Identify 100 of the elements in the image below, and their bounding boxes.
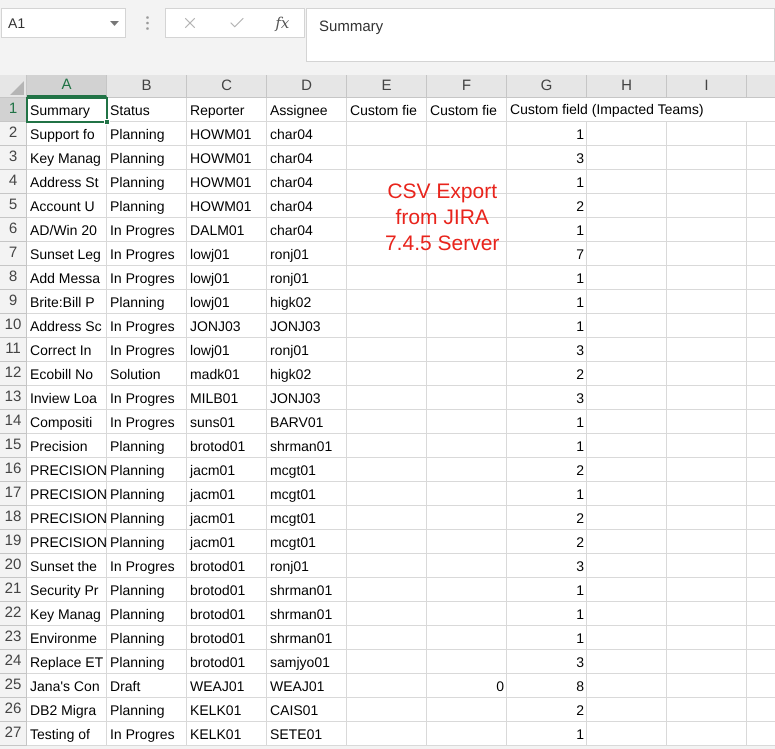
row-header[interactable]: 4 (0, 170, 27, 194)
table-cell[interactable]: Precision (27, 434, 107, 458)
table-cell[interactable]: JONJ03 (187, 314, 267, 338)
table-cell[interactable]: char04 (267, 122, 347, 146)
table-cell[interactable]: suns01 (187, 410, 267, 434)
table-cell[interactable]: BARV01 (267, 410, 347, 434)
table-cell[interactable]: Jana's Con (27, 674, 107, 698)
table-cell[interactable]: PRECISION (27, 482, 107, 506)
column-header[interactable]: A (27, 75, 107, 97)
table-cell[interactable]: Planning (107, 458, 187, 482)
row-header[interactable]: 17 (0, 482, 27, 506)
fill-handle[interactable] (104, 119, 110, 125)
table-cell[interactable]: Custom fie (427, 98, 507, 122)
table-cell[interactable]: 2 (507, 458, 587, 482)
table-cell[interactable]: brotod01 (187, 554, 267, 578)
table-cell[interactable]: 1 (507, 290, 587, 314)
table-cell[interactable]: 1 (507, 626, 587, 650)
table-cell[interactable]: Key Manag (27, 602, 107, 626)
name-box[interactable]: A1 (1, 8, 126, 38)
table-cell[interactable]: Security Pr (27, 578, 107, 602)
table-cell[interactable]: 0 (427, 674, 507, 698)
table-cell[interactable]: 2 (507, 362, 587, 386)
table-cell[interactable]: Key Manag (27, 146, 107, 170)
table-cell[interactable]: shrman01 (267, 602, 347, 626)
table-cell[interactable]: Planning (107, 506, 187, 530)
table-cell[interactable]: In Progres (107, 314, 187, 338)
table-cell[interactable]: PRECISION (27, 458, 107, 482)
row-header[interactable]: 23 (0, 626, 27, 650)
table-cell[interactable]: SETE01 (267, 722, 347, 746)
table-cell[interactable]: Planning (107, 434, 187, 458)
table-cell[interactable]: HOWM01 (187, 194, 267, 218)
row-header[interactable]: 10 (0, 314, 27, 338)
table-cell[interactable]: mcgt01 (267, 506, 347, 530)
table-cell[interactable]: Address Sc (27, 314, 107, 338)
table-cell[interactable]: Solution (107, 362, 187, 386)
table-cell[interactable]: Planning (107, 122, 187, 146)
column-header[interactable]: C (187, 75, 267, 97)
table-cell[interactable]: 3 (507, 146, 587, 170)
table-cell[interactable]: DB2 Migra (27, 698, 107, 722)
table-cell[interactable]: samjyo01 (267, 650, 347, 674)
column-header[interactable]: D (267, 75, 347, 97)
table-cell[interactable]: higk02 (267, 290, 347, 314)
row-header[interactable]: 27 (0, 722, 27, 746)
table-cell[interactable]: char04 (267, 218, 347, 242)
table-cell[interactable]: Planning (107, 482, 187, 506)
table-cell[interactable]: jacm01 (187, 482, 267, 506)
table-cell[interactable]: Planning (107, 530, 187, 554)
row-header[interactable]: 14 (0, 410, 27, 434)
row-header[interactable]: 6 (0, 218, 27, 242)
column-header[interactable]: I (667, 75, 747, 97)
table-cell[interactable]: char04 (267, 170, 347, 194)
table-cell[interactable]: In Progres (107, 386, 187, 410)
table-cell[interactable]: ronj01 (267, 266, 347, 290)
table-cell[interactable]: In Progres (107, 218, 187, 242)
table-cell[interactable]: CAIS01 (267, 698, 347, 722)
table-cell[interactable]: In Progres (107, 410, 187, 434)
table-cell[interactable]: 1 (507, 722, 587, 746)
table-cell[interactable]: DALM01 (187, 218, 267, 242)
table-cell[interactable]: Planning (107, 650, 187, 674)
table-cell[interactable]: higk02 (267, 362, 347, 386)
table-cell[interactable]: brotod01 (187, 602, 267, 626)
table-cell[interactable]: jacm01 (187, 458, 267, 482)
table-cell[interactable]: AD/Win 20 (27, 218, 107, 242)
table-cell[interactable]: 3 (507, 554, 587, 578)
table-cell[interactable]: lowj01 (187, 338, 267, 362)
table-cell[interactable]: ronj01 (267, 242, 347, 266)
row-header[interactable]: 5 (0, 194, 27, 218)
row-header[interactable]: 25 (0, 674, 27, 698)
row-header[interactable]: 21 (0, 578, 27, 602)
table-cell[interactable]: HOWM01 (187, 170, 267, 194)
table-cell[interactable]: Planning (107, 290, 187, 314)
table-cell[interactable]: Support fo (27, 122, 107, 146)
table-cell[interactable]: Inview Loa (27, 386, 107, 410)
column-header[interactable]: B (107, 75, 187, 97)
table-cell[interactable]: 2 (507, 698, 587, 722)
table-cell[interactable]: HOWM01 (187, 122, 267, 146)
table-cell[interactable]: mcgt01 (267, 482, 347, 506)
column-header[interactable]: F (427, 75, 507, 97)
table-cell[interactable]: brotod01 (187, 650, 267, 674)
row-header[interactable]: 1 (0, 98, 27, 122)
table-cell[interactable]: shrman01 (267, 434, 347, 458)
row-header[interactable]: 8 (0, 266, 27, 290)
table-cell[interactable]: 1 (507, 482, 587, 506)
table-cell[interactable]: Ecobill No (27, 362, 107, 386)
column-header[interactable]: G (507, 75, 587, 97)
row-header[interactable]: 7 (0, 242, 27, 266)
row-header[interactable]: 19 (0, 530, 27, 554)
table-cell[interactable]: brotod01 (187, 578, 267, 602)
table-cell[interactable]: 3 (507, 650, 587, 674)
row-header[interactable]: 20 (0, 554, 27, 578)
row-header[interactable]: 15 (0, 434, 27, 458)
caret-icon[interactable] (110, 20, 119, 26)
table-cell[interactable]: In Progres (107, 554, 187, 578)
table-cell[interactable]: char04 (267, 146, 347, 170)
table-cell[interactable]: Planning (107, 602, 187, 626)
table-cell[interactable]: Reporter (187, 98, 267, 122)
row-header[interactable]: 9 (0, 290, 27, 314)
table-cell[interactable]: lowj01 (187, 290, 267, 314)
row-header[interactable]: 12 (0, 362, 27, 386)
table-cell[interactable]: mcgt01 (267, 458, 347, 482)
